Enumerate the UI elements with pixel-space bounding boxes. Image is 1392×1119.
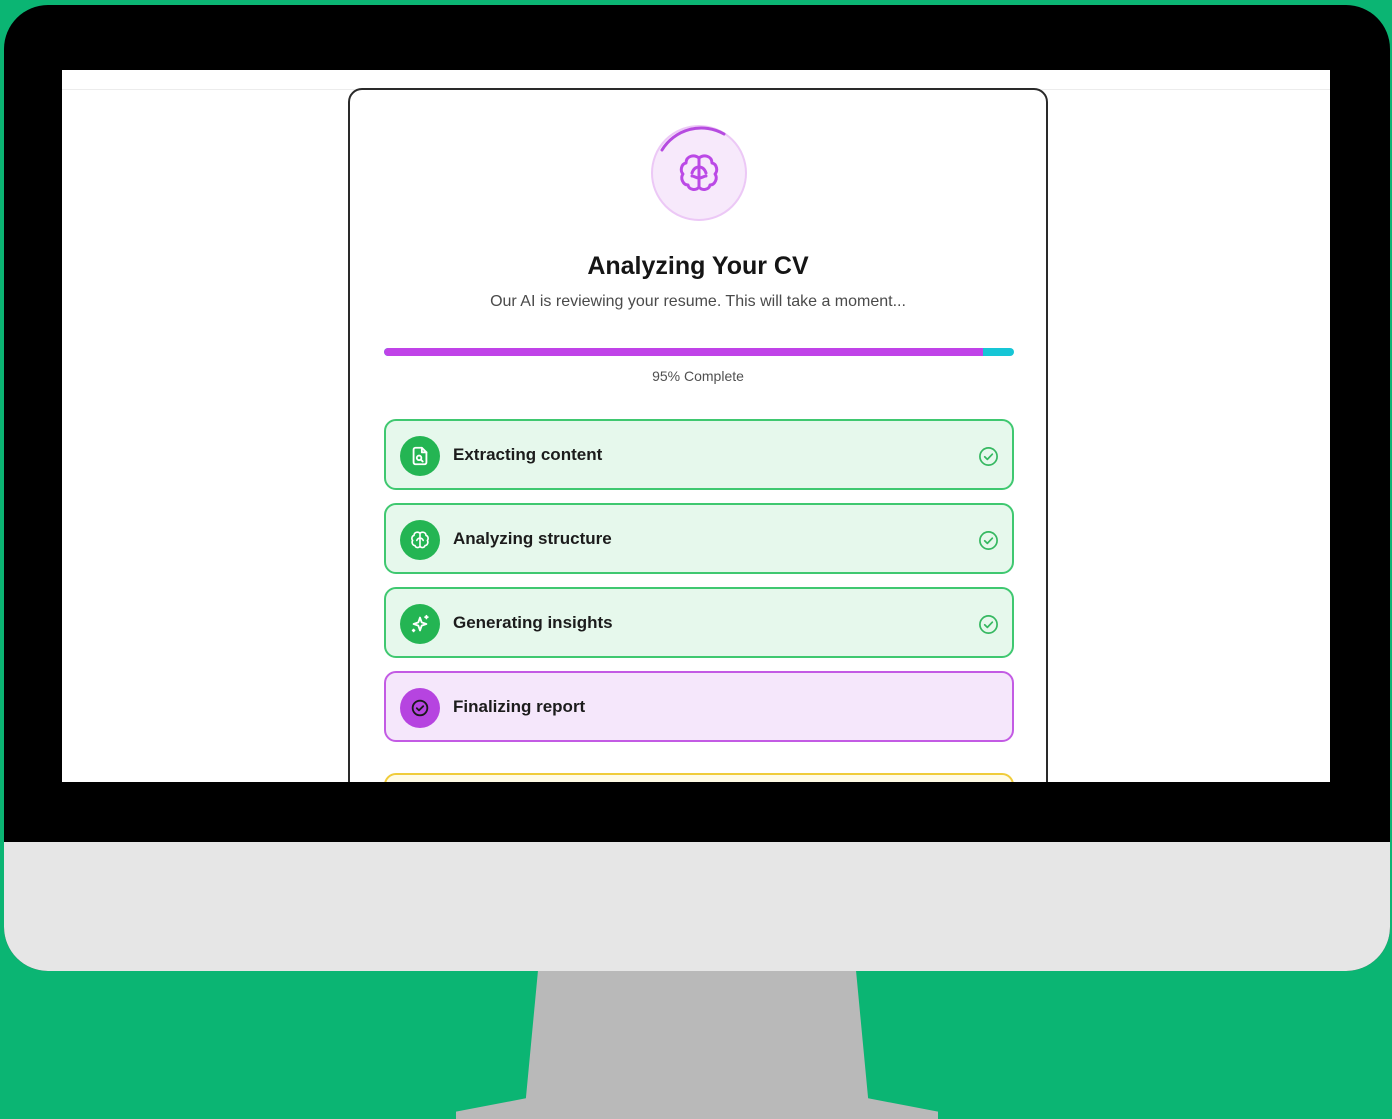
step-label: Finalizing report bbox=[453, 697, 586, 716]
circle-check-icon bbox=[400, 688, 440, 728]
page-subtitle: Our AI is reviewing your resume. This wi… bbox=[490, 293, 906, 310]
progress-fill bbox=[384, 348, 983, 356]
check-circle-icon bbox=[979, 447, 998, 466]
monitor-stand bbox=[456, 971, 938, 1119]
check-circle-icon bbox=[979, 531, 998, 550]
step-generating-insights: Generating insights bbox=[384, 587, 1014, 658]
monitor-bezel: Analyzing Your CV Our AI is reviewing yo… bbox=[4, 5, 1390, 971]
brain-icon bbox=[679, 154, 719, 191]
step-label: Extracting content bbox=[453, 445, 603, 464]
upcoming-card bbox=[384, 773, 1014, 782]
step-finalizing-report: Finalizing report bbox=[384, 671, 1014, 742]
document-search-icon bbox=[400, 436, 440, 476]
check-circle-icon bbox=[979, 615, 998, 634]
sparkles-icon bbox=[400, 604, 440, 644]
screen: Analyzing Your CV Our AI is reviewing yo… bbox=[62, 70, 1330, 782]
brain-icon bbox=[400, 520, 440, 560]
step-list: Extracting content Analyzing structure G… bbox=[384, 419, 1014, 755]
step-analyzing-structure: Analyzing structure bbox=[384, 503, 1014, 574]
step-label: Analyzing structure bbox=[453, 529, 612, 548]
analysis-card: Analyzing Your CV Our AI is reviewing yo… bbox=[348, 88, 1048, 782]
step-label: Generating insights bbox=[453, 613, 613, 632]
step-extracting-content: Extracting content bbox=[384, 419, 1014, 490]
progress-bar bbox=[384, 348, 1014, 356]
loading-spinner bbox=[648, 122, 750, 224]
progress-label: 95% Complete bbox=[652, 368, 744, 384]
page-title: Analyzing Your CV bbox=[587, 252, 809, 280]
monitor-chin bbox=[4, 842, 1390, 971]
